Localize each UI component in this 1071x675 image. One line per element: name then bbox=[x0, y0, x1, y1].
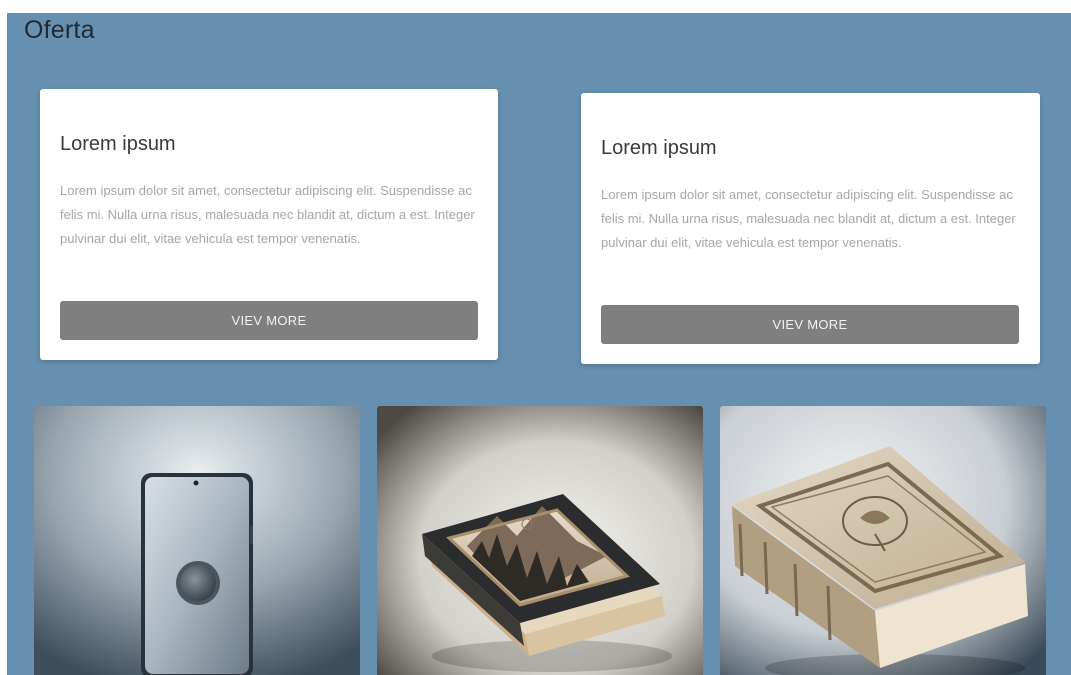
card-description: Lorem ipsum dolor sit amet, consectetur … bbox=[60, 183, 475, 246]
view-more-button[interactable]: VIEV MORE bbox=[60, 301, 478, 340]
card-title: Lorem ipsum bbox=[60, 133, 176, 155]
card-title: Lorem ipsum bbox=[601, 137, 717, 159]
offer-card: Lorem ipsum Lorem ipsum dolor sit amet, … bbox=[40, 89, 498, 360]
offer-section: Oferta Lorem ipsum Lorem ipsum dolor sit… bbox=[7, 13, 1071, 675]
illustrated-book-image bbox=[377, 406, 703, 675]
offer-card: Lorem ipsum Lorem ipsum dolor sit amet, … bbox=[581, 93, 1040, 364]
view-more-button[interactable]: VIEV MORE bbox=[601, 305, 1019, 344]
product-image-illustrated-book[interactable] bbox=[377, 406, 703, 675]
product-image-ornate-book[interactable] bbox=[720, 406, 1046, 675]
ornate-book-image bbox=[720, 406, 1046, 675]
smartphone-image bbox=[34, 406, 360, 675]
section-title: Oferta bbox=[24, 16, 95, 44]
card-description: Lorem ipsum dolor sit amet, consectetur … bbox=[601, 187, 1016, 250]
product-image-smartphone[interactable] bbox=[34, 406, 360, 675]
